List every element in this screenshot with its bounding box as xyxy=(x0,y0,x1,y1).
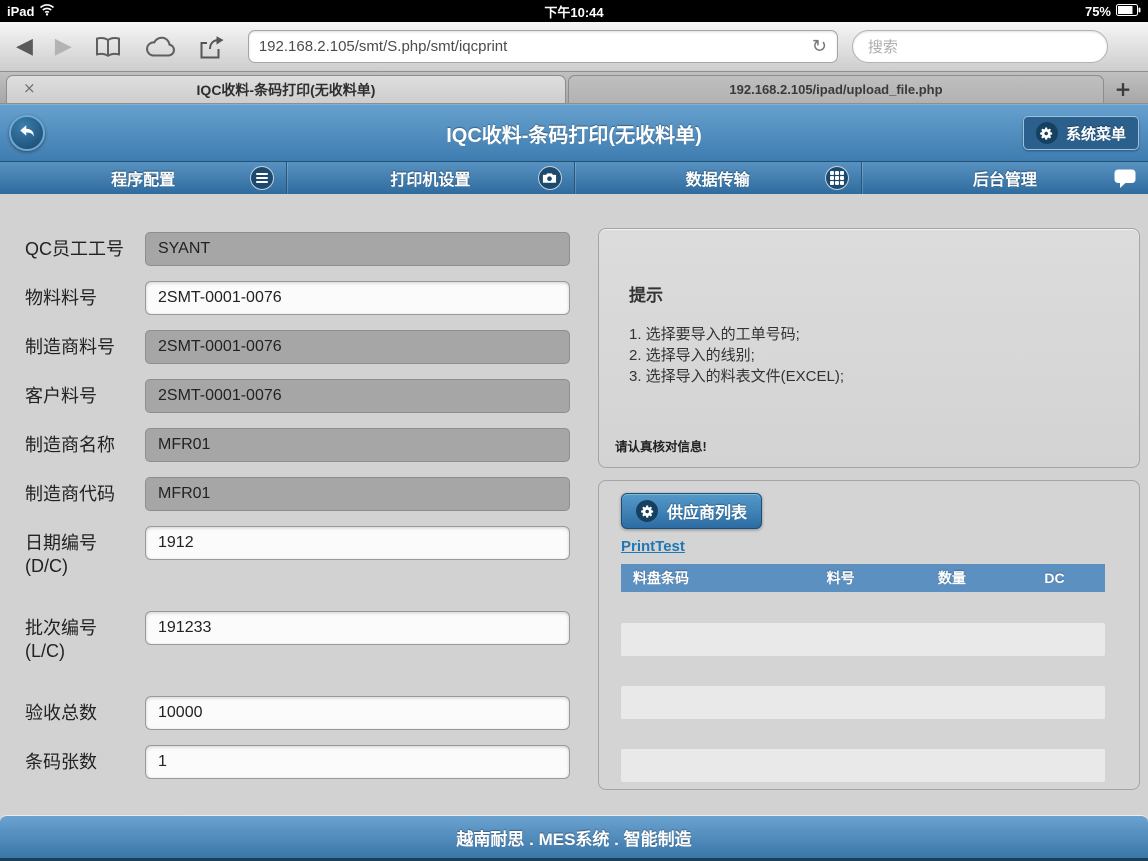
field-label: 客户料号 xyxy=(25,379,145,413)
main-content: QC员工工号 物料料号 制造商料号 客户料号 制造商名称 制造商代码 日期编号 … xyxy=(0,194,1148,815)
form-row: 制造商代码 xyxy=(25,477,570,511)
tab-upload-file[interactable]: 192.168.2.105/ipad/upload_file.php xyxy=(568,75,1104,103)
form-row: 验收总数 xyxy=(25,696,570,730)
form-row: 制造商名称 xyxy=(25,428,570,462)
chat-bubble-icon xyxy=(1114,169,1136,193)
address-bar[interactable]: 192.168.2.105/smt/S.php/smt/iqcprint ↻ xyxy=(248,30,838,63)
app-footer: 越南耐思 . MES系统 . 智能制造 xyxy=(0,815,1148,861)
form-row: 日期编号 (D/C) xyxy=(25,526,570,578)
address-bar-url[interactable]: 192.168.2.105/smt/S.php/smt/iqcprint xyxy=(259,38,812,55)
form-row: 客户料号 xyxy=(25,379,570,413)
search-input[interactable]: 搜索 xyxy=(852,30,1108,63)
field-label: 制造商代码 xyxy=(25,477,145,511)
column-header: 料号 xyxy=(815,568,926,588)
lot-code-field[interactable] xyxy=(145,611,570,645)
tips-item: 1. 选择要导入的工单号码; xyxy=(629,324,1109,345)
column-header: 料盘条码 xyxy=(621,568,815,588)
tab-bar: × IQC收料-条码打印(无收料单) 192.168.2.105/ipad/up… xyxy=(0,72,1148,104)
gear-icon xyxy=(1036,122,1058,144)
back-arrow-icon xyxy=(18,124,36,143)
browser-forward-button[interactable]: ▶ xyxy=(55,36,72,58)
tab-iqcprint[interactable]: × IQC收料-条码打印(无收料单) xyxy=(6,75,566,103)
field-label: QC员工工号 xyxy=(25,232,145,266)
tab-title: 192.168.2.105/ipad/upload_file.php xyxy=(729,82,942,97)
customer-part-number-field xyxy=(145,379,570,413)
carrier-label: iPad xyxy=(7,4,34,19)
system-menu-label: 系统菜单 xyxy=(1066,123,1126,144)
close-tab-icon[interactable]: × xyxy=(23,81,36,96)
manufacturer-code-field xyxy=(145,477,570,511)
tips-list: 1. 选择要导入的工单号码; 2. 选择导入的线别; 3. 选择导入的料表文件(… xyxy=(629,324,1109,387)
bookmarks-icon[interactable] xyxy=(94,36,122,58)
field-label: 日期编号 (D/C) xyxy=(25,526,145,578)
column-header: 数量 xyxy=(926,568,1032,588)
icloud-icon[interactable] xyxy=(144,36,176,57)
nav-label: 程序配置 xyxy=(111,166,175,190)
tips-panel: 提示 1. 选择要导入的工单号码; 2. 选择导入的线别; 3. 选择导入的料表… xyxy=(598,228,1140,468)
form-row: QC员工工号 xyxy=(25,232,570,266)
nav-label: 数据传输 xyxy=(686,166,750,190)
nav-item-data-transfer[interactable]: 数据传输 xyxy=(574,162,861,194)
column-header: DC xyxy=(1032,570,1105,586)
field-label: 验收总数 xyxy=(25,696,145,730)
field-label: 制造商名称 xyxy=(25,428,145,462)
qc-employee-id-field xyxy=(145,232,570,266)
barcode-count-field[interactable] xyxy=(145,745,570,779)
reel-table-header: 料盘条码 料号 数量 DC xyxy=(621,564,1105,592)
iqc-form: QC员工工号 物料料号 制造商料号 客户料号 制造商名称 制造商代码 日期编号 … xyxy=(25,232,570,852)
form-row: 条码张数 xyxy=(25,745,570,779)
table-empty-row xyxy=(621,623,1105,656)
supplier-list-button[interactable]: 供应商列表 xyxy=(621,493,762,529)
wifi-icon xyxy=(39,3,55,19)
browser-toolbar: ◀ ▶ 192.168.2.105/smt/S.php/smt/iqcprint… xyxy=(0,22,1148,72)
camera-icon xyxy=(538,166,562,190)
table-empty-row xyxy=(621,749,1105,782)
material-part-number-field[interactable] xyxy=(145,281,570,315)
share-icon[interactable] xyxy=(198,35,226,59)
browser-back-button[interactable]: ◀ xyxy=(16,36,33,58)
gear-icon xyxy=(636,500,658,522)
search-placeholder: 搜索 xyxy=(868,36,898,57)
tips-title: 提示 xyxy=(629,281,1109,306)
accepted-quantity-field[interactable] xyxy=(145,696,570,730)
right-column: 提示 1. 选择要导入的工单号码; 2. 选择导入的线别; 3. 选择导入的料表… xyxy=(598,228,1140,790)
nav-label: 后台管理 xyxy=(973,166,1037,190)
form-row: 制造商料号 xyxy=(25,330,570,364)
reload-icon[interactable]: ↻ xyxy=(812,36,827,57)
field-label: 物料料号 xyxy=(25,281,145,315)
battery-icon xyxy=(1116,4,1141,19)
app-back-button[interactable] xyxy=(9,115,45,151)
footer-text: 越南耐思 . MES系统 . 智能制造 xyxy=(456,825,691,850)
table-empty-row xyxy=(621,686,1105,719)
field-label: 条码张数 xyxy=(25,745,145,779)
manufacturer-part-number-field xyxy=(145,330,570,364)
nav-bar: 程序配置 打印机设置 数据传输 后台管理 xyxy=(0,161,1148,194)
new-tab-button[interactable]: + xyxy=(1104,75,1142,103)
page-title: IQC收料-条码打印(无收料单) xyxy=(0,119,1148,148)
manufacturer-name-field xyxy=(145,428,570,462)
menu-lines-icon xyxy=(250,166,274,190)
nav-label: 打印机设置 xyxy=(390,166,470,190)
nav-item-program-config[interactable]: 程序配置 xyxy=(0,162,286,194)
battery-percent: 75% xyxy=(1085,4,1111,19)
nav-item-printer-settings[interactable]: 打印机设置 xyxy=(286,162,573,194)
print-test-link[interactable]: PrintTest xyxy=(621,538,685,555)
tab-title: IQC收料-条码打印(无收料单) xyxy=(197,80,376,100)
form-row: 物料料号 xyxy=(25,281,570,315)
grid-icon xyxy=(825,166,849,190)
supplier-list-label: 供应商列表 xyxy=(667,499,747,523)
date-code-field[interactable] xyxy=(145,526,570,560)
tips-item: 2. 选择导入的线别; xyxy=(629,345,1109,366)
form-row: 批次编号 (L/C) xyxy=(25,611,570,663)
app-header: IQC收料-条码打印(无收料单) 系统菜单 xyxy=(0,104,1148,161)
system-menu-button[interactable]: 系统菜单 xyxy=(1023,116,1139,150)
supplier-panel: 供应商列表 PrintTest 料盘条码 料号 数量 DC xyxy=(598,480,1140,790)
nav-item-backend-admin[interactable]: 后台管理 xyxy=(861,162,1148,194)
clock: 下午10:44 xyxy=(0,2,1148,21)
status-bar: iPad 下午10:44 75% xyxy=(0,0,1148,22)
field-label: 制造商料号 xyxy=(25,330,145,364)
tips-item: 3. 选择导入的料表文件(EXCEL); xyxy=(629,366,1109,387)
tips-footer-note: 请认真核对信息! xyxy=(615,436,707,455)
field-label: 批次编号 (L/C) xyxy=(25,611,145,663)
